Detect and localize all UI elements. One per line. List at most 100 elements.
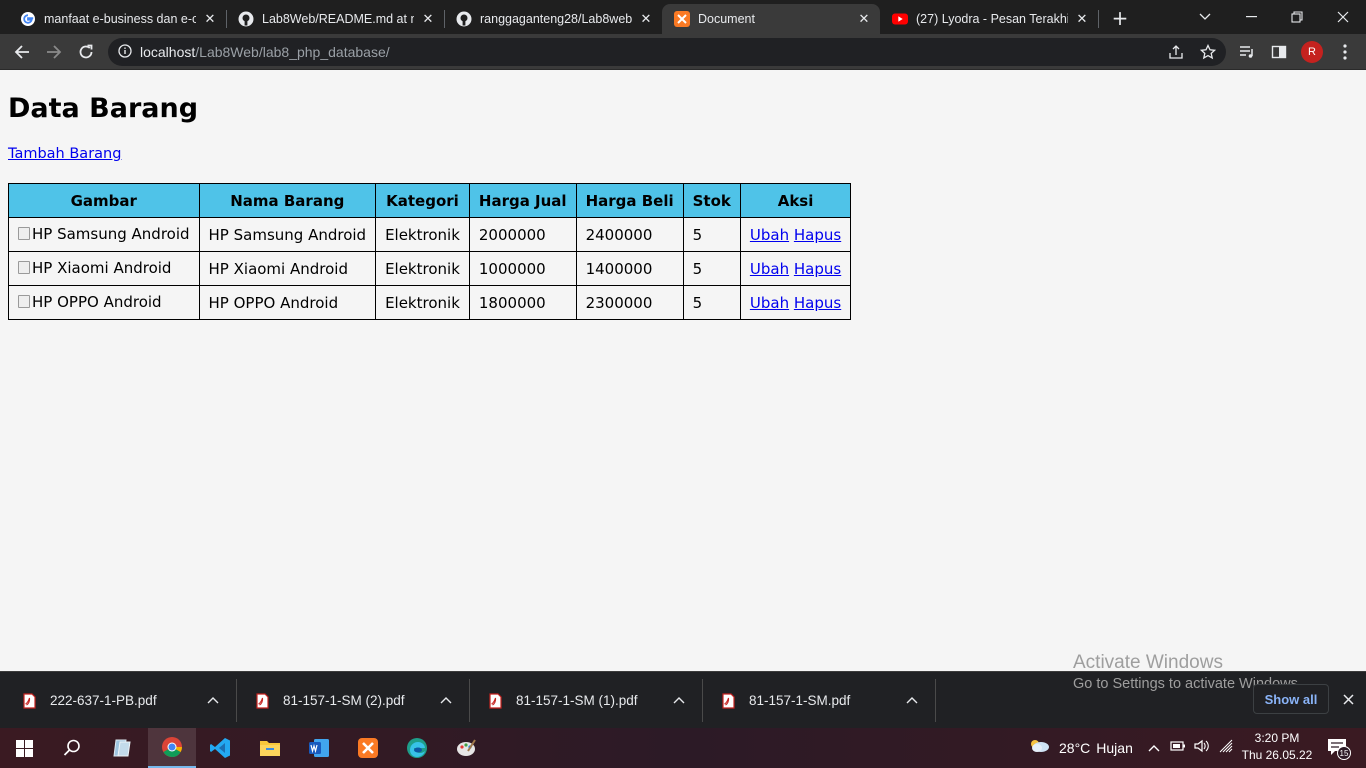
cell-stok: 5	[682, 285, 741, 320]
header-harga-beli: Harga Beli	[575, 183, 684, 218]
tab-close-icon[interactable]: ✕	[1074, 11, 1090, 27]
youtube-icon	[892, 11, 908, 27]
xampp-icon[interactable]	[344, 728, 392, 768]
chrome-icon[interactable]	[148, 728, 196, 768]
download-item[interactable]: 81-157-1-SM (1).pdf	[488, 672, 688, 729]
reload-button[interactable]	[72, 38, 100, 66]
pdf-file-icon	[488, 692, 502, 709]
wifi-icon[interactable]	[1218, 739, 1236, 758]
header-harga-jual: Harga Jual	[468, 183, 577, 218]
profile-avatar[interactable]: R	[1301, 41, 1323, 63]
cell-harga-beli: 2300000	[575, 285, 684, 320]
word-icon[interactable]	[295, 728, 343, 768]
tab-search-icon[interactable]	[1182, 4, 1228, 30]
broken-image-icon	[18, 295, 30, 309]
edge-icon[interactable]	[393, 728, 441, 768]
bookmark-star-icon[interactable]	[1197, 41, 1219, 63]
table-row: HP Samsung Android HP Samsung Android El…	[8, 217, 852, 252]
cell-nama: HP Samsung Android	[198, 217, 377, 252]
reload-icon	[79, 44, 93, 59]
cell-stok: 5	[682, 251, 741, 286]
show-all-downloads-button[interactable]: Show all	[1253, 684, 1329, 714]
download-item[interactable]: 81-157-1-SM (2).pdf	[255, 672, 455, 729]
chevron-up-icon[interactable]	[206, 693, 220, 707]
menu-kebab-icon[interactable]	[1334, 41, 1356, 63]
pdf-file-icon	[255, 692, 269, 709]
file-icon[interactable]	[98, 728, 146, 768]
chevron-up-icon[interactable]	[905, 693, 919, 707]
taskbar-clock[interactable]: 3:20 PM Thu 26.05.22	[1240, 730, 1314, 764]
cloud-rain-icon	[1027, 736, 1051, 761]
cell-kategori: Elektronik	[375, 217, 470, 252]
chevron-up-icon[interactable]	[1148, 739, 1162, 757]
volume-icon[interactable]	[1194, 739, 1212, 758]
media-control-icon[interactable]	[1236, 41, 1258, 63]
page-title: Data Barang	[8, 93, 199, 124]
tab-repo[interactable]: ranggaganteng28/Lab8web ✕	[444, 4, 662, 34]
minimize-icon[interactable]	[1228, 4, 1274, 30]
back-button[interactable]	[8, 38, 36, 66]
tab-close-icon[interactable]: ✕	[638, 11, 654, 27]
cell-harga-jual: 1000000	[468, 251, 577, 286]
side-panel-icon[interactable]	[1268, 41, 1290, 63]
battery-plug-icon[interactable]	[1170, 739, 1188, 757]
edit-link[interactable]: Ubah	[750, 260, 789, 278]
forward-button[interactable]	[40, 38, 68, 66]
file-explorer-icon[interactable]	[246, 728, 294, 768]
table-header-row: Gambar Nama Barang Kategori Harga Jual H…	[8, 183, 852, 218]
share-icon[interactable]	[1165, 41, 1187, 63]
delete-link[interactable]: Hapus	[794, 226, 841, 244]
notification-center-icon[interactable]: 15	[1318, 728, 1358, 768]
header-aksi: Aksi	[739, 183, 852, 218]
xampp-icon	[674, 11, 690, 27]
search-icon[interactable]	[48, 728, 96, 768]
download-divider	[469, 679, 470, 722]
edit-link[interactable]: Ubah	[750, 294, 789, 312]
google-icon	[20, 11, 36, 27]
tab-youtube[interactable]: (27) Lyodra - Pesan Terakhir ✕	[880, 4, 1098, 34]
download-item[interactable]: 222-637-1-PB.pdf	[22, 672, 222, 729]
download-filename: 81-157-1-SM.pdf	[749, 693, 851, 708]
cell-gambar: HP OPPO Android	[8, 285, 200, 320]
address-bar[interactable]: localhost/Lab8Web/lab8_php_database/	[108, 38, 1226, 66]
tab-close-icon[interactable]: ✕	[420, 11, 436, 27]
watermark-title: Activate Windows	[1073, 652, 1223, 673]
pdf-file-icon	[22, 692, 36, 709]
chevron-up-icon[interactable]	[439, 693, 453, 707]
tab-document[interactable]: Document ✕	[662, 4, 880, 34]
restore-icon[interactable]	[1274, 4, 1320, 30]
download-item[interactable]: 81-157-1-SM.pdf	[721, 672, 921, 729]
start-icon[interactable]	[0, 728, 48, 768]
info-icon[interactable]	[118, 43, 132, 61]
cell-aksi: Ubah Hapus	[739, 251, 852, 286]
header-kategori: Kategori	[375, 183, 470, 218]
cell-harga-jual: 1800000	[468, 285, 577, 320]
tab-manfaat[interactable]: manfaat e-business dan e-co ✕	[8, 4, 226, 34]
tab-close-icon[interactable]: ✕	[856, 11, 872, 27]
tab-close-icon[interactable]: ✕	[202, 11, 218, 27]
download-filename: 81-157-1-SM (1).pdf	[516, 693, 638, 708]
download-divider	[236, 679, 237, 722]
new-tab-button[interactable]: +	[1108, 6, 1132, 30]
delete-link[interactable]: Hapus	[794, 260, 841, 278]
cell-nama: HP Xiaomi Android	[198, 251, 377, 286]
header-nama-barang: Nama Barang	[198, 183, 377, 218]
forward-arrow-icon	[47, 45, 62, 59]
edit-link[interactable]: Ubah	[750, 226, 789, 244]
add-item-link[interactable]: Tambah Barang	[8, 146, 121, 162]
weather-widget[interactable]: 28°C Hujan	[1027, 728, 1133, 768]
download-divider	[935, 679, 936, 722]
vscode-icon[interactable]	[196, 728, 244, 768]
cell-aksi: Ubah Hapus	[739, 217, 852, 252]
items-table: Gambar Nama Barang Kategori Harga Jual H…	[8, 183, 852, 320]
paint-icon[interactable]	[442, 728, 490, 768]
notification-count-badge: 15	[1337, 746, 1351, 760]
tab-readme[interactable]: Lab8Web/README.md at ma ✕	[226, 4, 444, 34]
cell-gambar: HP Xiaomi Android	[8, 251, 200, 286]
chevron-up-icon[interactable]	[672, 693, 686, 707]
close-window-icon[interactable]	[1320, 4, 1366, 30]
delete-link[interactable]: Hapus	[794, 294, 841, 312]
system-tray	[1148, 728, 1236, 768]
broken-image-icon	[18, 261, 30, 275]
close-shelf-icon[interactable]	[1338, 689, 1358, 709]
